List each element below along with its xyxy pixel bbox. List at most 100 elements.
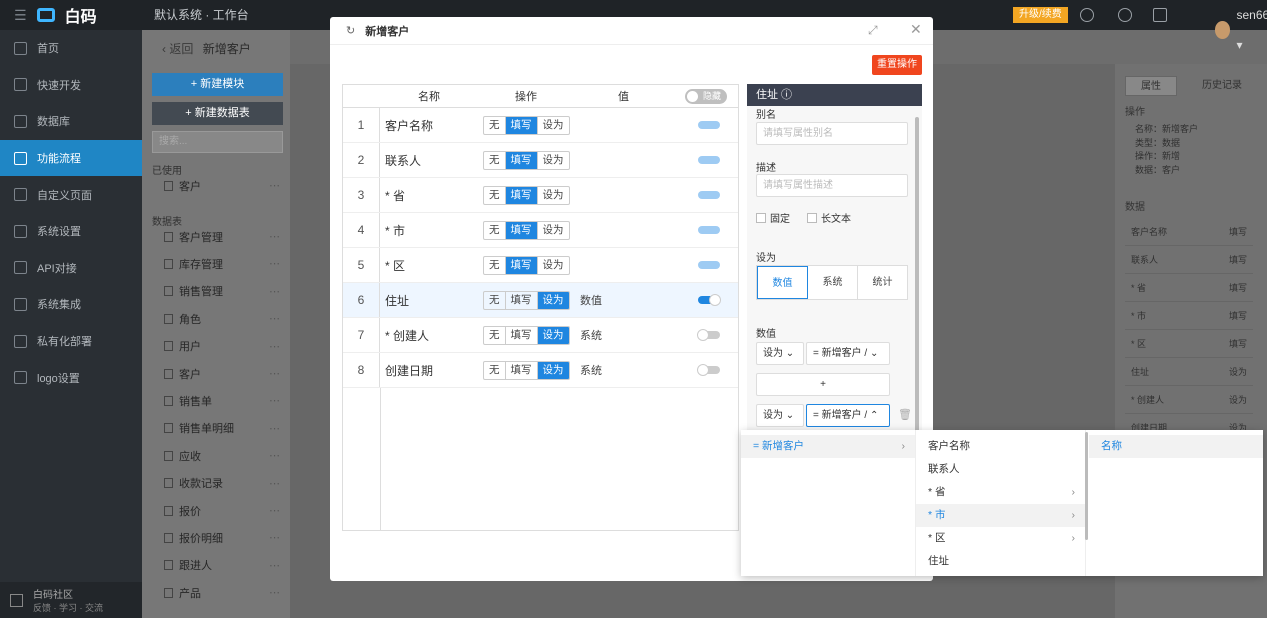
more-icon[interactable]: ⋯ xyxy=(269,340,280,353)
more-icon[interactable]: ⋯ xyxy=(269,559,280,572)
tree-item[interactable]: 应收 ⋯ xyxy=(142,442,290,469)
alias-input[interactable]: 请填写属性别名 xyxy=(756,122,908,145)
op-option[interactable]: 填写 xyxy=(505,151,538,169)
value-source-select-2[interactable]: = 新增客户 / ⌃ xyxy=(806,404,890,427)
op-option[interactable]: 填写 xyxy=(506,291,538,309)
visibility-switch[interactable] xyxy=(698,121,720,129)
setas-option[interactable]: 系统 xyxy=(808,266,858,299)
tree-item[interactable]: 销售管理 ⋯ xyxy=(142,278,290,305)
table-row[interactable]: 8 创建日期 无填写 设为 系统 xyxy=(343,353,738,388)
op-option[interactable]: 设为 xyxy=(538,187,569,204)
op-option[interactable]: 填写 xyxy=(505,186,538,204)
table-row[interactable]: 3 * 省 无填写 设为 xyxy=(343,178,738,213)
cloud-icon[interactable] xyxy=(1118,8,1132,22)
more-icon[interactable]: ⋯ xyxy=(269,586,280,599)
cascader-option[interactable]: * 区 › xyxy=(916,527,1085,550)
visibility-switch[interactable] xyxy=(697,329,720,341)
tab-properties[interactable]: 属性 xyxy=(1125,76,1177,96)
document-icon[interactable] xyxy=(1153,8,1167,22)
more-icon[interactable]: ⋯ xyxy=(269,449,280,462)
op-option[interactable]: 设为 xyxy=(538,257,569,274)
tree-item[interactable]: 产品 ⋯ xyxy=(142,579,290,606)
tree-item[interactable]: 客户 ⋯ xyxy=(142,360,290,387)
close-icon[interactable]: ✕ xyxy=(910,21,922,38)
menu-icon[interactable]: ☰ xyxy=(14,7,27,24)
hide-toggle[interactable]: 隐藏 xyxy=(685,89,727,104)
more-icon[interactable]: ⋯ xyxy=(269,285,280,298)
op-option[interactable]: 填写 xyxy=(505,116,538,134)
sidebar-item-1[interactable]: 快速开发 xyxy=(0,67,142,104)
play-icon[interactable] xyxy=(1080,8,1094,22)
sidebar-item-5[interactable]: 系统设置 xyxy=(0,213,142,250)
setas-option[interactable]: 数值 xyxy=(757,266,808,299)
more-icon[interactable]: ⋯ xyxy=(269,477,280,490)
sidebar-item-8[interactable]: 私有化部署 xyxy=(0,323,142,360)
tree-item[interactable]: 销售单 ⋯ xyxy=(142,387,290,414)
desc-input[interactable]: 请填写属性描述 xyxy=(756,174,908,197)
visibility-switch[interactable] xyxy=(697,364,720,376)
op-option[interactable]: 设为 xyxy=(538,117,569,134)
refresh-icon[interactable]: ↻ xyxy=(346,24,355,37)
op-option[interactable]: 填写 xyxy=(505,256,538,274)
props-scrollbar[interactable] xyxy=(915,117,919,447)
upgrade-button[interactable]: 升级/续费 xyxy=(1013,7,1068,23)
more-icon[interactable]: ⋯ xyxy=(269,257,280,270)
table-row[interactable]: 4 * 市 无填写 设为 xyxy=(343,213,738,248)
table-row[interactable]: 5 * 区 无填写 设为 xyxy=(343,248,738,283)
more-icon[interactable]: ⋯ xyxy=(269,394,280,407)
cascader-option[interactable]: 联系人 xyxy=(916,458,1085,481)
tree-search-input[interactable]: 搜索... xyxy=(152,131,283,153)
tree-item[interactable]: 角色 ⋯ xyxy=(142,305,290,332)
reset-button[interactable]: 重置操作 xyxy=(872,55,922,75)
tree-item[interactable]: 客户 ⋯ xyxy=(142,172,290,199)
add-value-button[interactable]: + xyxy=(756,373,890,396)
more-icon[interactable]: ⋯ xyxy=(269,312,280,325)
cascader-scrollbar[interactable] xyxy=(1085,432,1088,540)
value-source-select[interactable]: = 新增客户 / ⌄ xyxy=(806,342,890,365)
more-icon[interactable]: ⋯ xyxy=(269,179,280,192)
more-icon[interactable]: ⋯ xyxy=(269,504,280,517)
op-option[interactable]: 无 xyxy=(484,186,506,204)
op-option[interactable]: 填写 xyxy=(506,361,538,379)
user-menu[interactable]: sen666 ▾ xyxy=(1215,0,1267,60)
tab-history[interactable]: 历史记录 xyxy=(1190,76,1254,96)
op-option[interactable]: 设为 xyxy=(537,361,569,379)
visibility-switch[interactable] xyxy=(698,226,720,234)
visibility-switch[interactable] xyxy=(698,156,720,164)
more-icon[interactable]: ⋯ xyxy=(269,230,280,243)
more-icon[interactable]: ⋯ xyxy=(269,531,280,544)
new-table-button[interactable]: + 新建数据表 xyxy=(152,102,283,125)
sidebar-item-3[interactable]: 功能流程 xyxy=(0,139,142,177)
op-option[interactable]: 无 xyxy=(484,291,506,309)
tree-item[interactable]: 收款记录 ⋯ xyxy=(142,470,290,497)
op-option[interactable]: 无 xyxy=(484,151,506,169)
longtext-checkbox[interactable]: 长文本 xyxy=(807,210,851,225)
sidebar-item-9[interactable]: logo设置 xyxy=(0,359,142,396)
op-option[interactable]: 设为 xyxy=(538,222,569,239)
more-icon[interactable]: ⋯ xyxy=(269,367,280,380)
new-module-button[interactable]: + 新建模块 xyxy=(152,73,283,96)
trash-icon[interactable]: 🗑 xyxy=(898,408,912,421)
fixed-checkbox[interactable]: 固定 xyxy=(756,210,790,225)
tree-item[interactable]: 报价 ⋯ xyxy=(142,497,290,524)
op-option[interactable]: 填写 xyxy=(506,326,538,344)
op-option[interactable]: 无 xyxy=(484,361,506,379)
op-option[interactable]: 无 xyxy=(484,326,506,344)
tree-item[interactable]: 用户 ⋯ xyxy=(142,333,290,360)
expand-icon[interactable]: ⤢ xyxy=(868,23,878,38)
back-link[interactable]: ‹ 返回 xyxy=(162,42,193,56)
table-row[interactable]: 6 住址 无填写 设为 数值 xyxy=(343,283,738,318)
value-mode-select[interactable]: 设为 ⌄ xyxy=(756,342,804,365)
op-option[interactable]: 设为 xyxy=(537,291,569,309)
setas-option[interactable]: 统计 xyxy=(858,266,907,299)
community-link[interactable]: 白码社区 反馈 · 学习 · 交流 xyxy=(0,582,142,618)
table-row[interactable]: 2 联系人 无填写 设为 xyxy=(343,143,738,178)
cascader-option[interactable]: 客户名称 xyxy=(916,435,1085,458)
system-name[interactable]: 默认系统 · 工作台 xyxy=(154,0,249,30)
more-icon[interactable]: ⋯ xyxy=(269,422,280,435)
op-option[interactable]: 无 xyxy=(484,221,506,239)
table-row[interactable]: 7 * 创建人 无填写 设为 系统 xyxy=(343,318,738,353)
cascader-option[interactable]: * 市 › xyxy=(916,504,1085,527)
tree-item[interactable]: 报价明细 ⋯ xyxy=(142,524,290,551)
cascader-option[interactable]: = 新增客户 › xyxy=(741,435,915,458)
